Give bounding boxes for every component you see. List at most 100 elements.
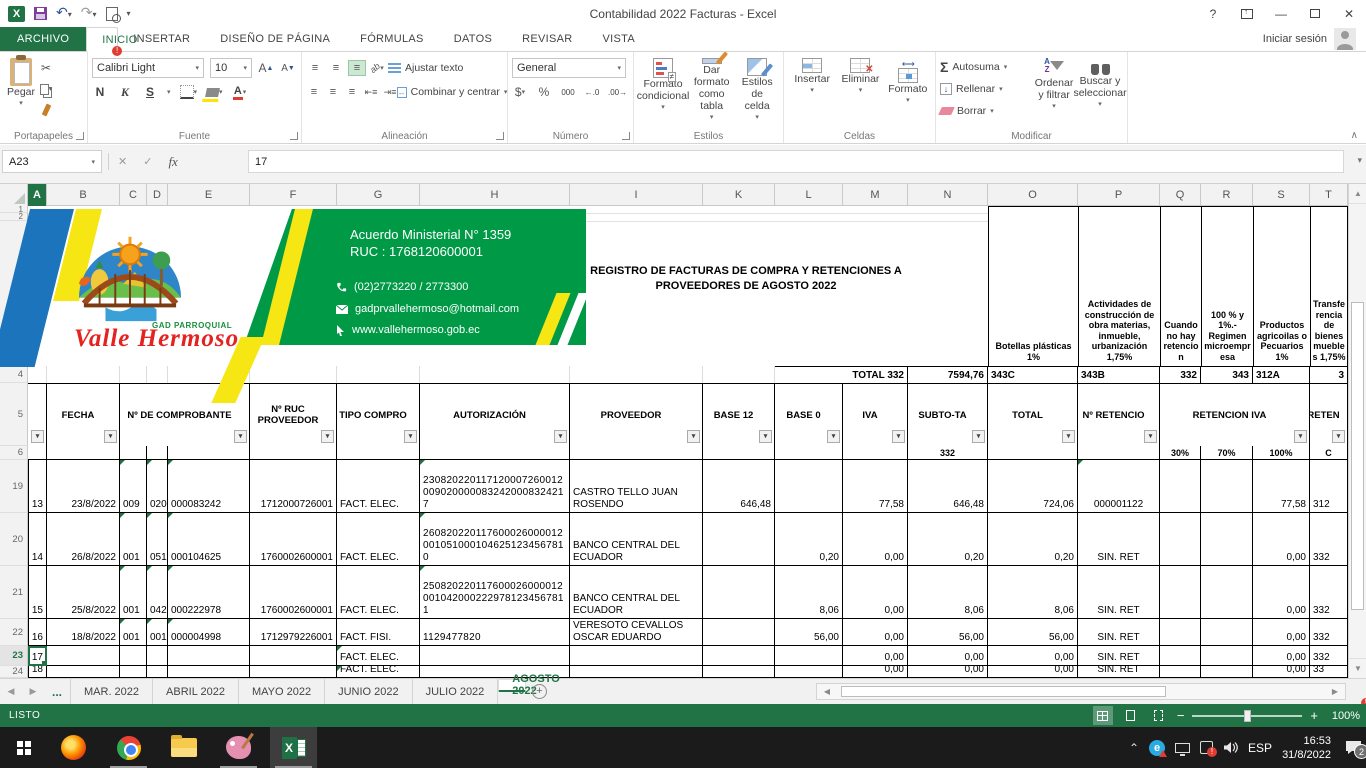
cell-A21[interactable]: 15 xyxy=(28,566,47,619)
cell-P22[interactable]: SIN. RET xyxy=(1078,619,1160,646)
expand-formula-bar-icon[interactable]: ▾ xyxy=(1357,155,1362,166)
alert-tray-icon[interactable] xyxy=(1200,741,1213,754)
row-header-2[interactable]: 2 xyxy=(0,213,28,221)
column-header-C[interactable]: C xyxy=(120,184,147,206)
page-break-view-button[interactable] xyxy=(1149,706,1169,725)
cell-E22[interactable]: 000004998 xyxy=(168,619,250,646)
bold-button[interactable]: N xyxy=(92,83,108,101)
cell-N21[interactable]: 8,06 xyxy=(908,566,988,619)
underline-button[interactable]: S xyxy=(142,83,158,101)
cell-L21[interactable]: 8,06 xyxy=(775,566,843,619)
cell-N6[interactable]: 332 xyxy=(908,446,988,460)
cell-G19[interactable]: FACT. ELEC. xyxy=(337,460,420,513)
align-center-button[interactable]: ≡ xyxy=(325,84,341,100)
cell-R3[interactable]: 100 % y 1%.- Regimen microempresa xyxy=(1201,206,1253,366)
cell-M22[interactable]: 0,00 xyxy=(843,619,908,646)
cell-N4[interactable]: 7594,76 xyxy=(908,366,988,383)
cell-B24[interactable] xyxy=(47,666,120,678)
ribbon-display-options-button[interactable] xyxy=(1230,0,1264,27)
cell-O23[interactable]: 0,00 xyxy=(988,646,1078,666)
filter-button-I[interactable]: ▾ xyxy=(687,430,700,443)
restore-button[interactable] xyxy=(1298,0,1332,27)
print-preview-icon[interactable] xyxy=(106,7,118,21)
column-header-K[interactable]: K xyxy=(703,184,775,206)
cell-T6[interactable]: C xyxy=(1310,446,1348,460)
cell-R21[interactable] xyxy=(1201,566,1253,619)
font-color-button[interactable]: A▾ xyxy=(232,83,248,101)
filter-button-K[interactable]: ▾ xyxy=(759,430,772,443)
column-header-Q[interactable]: Q xyxy=(1160,184,1201,206)
cell-N20[interactable]: 0,20 xyxy=(908,513,988,566)
cell-R22[interactable] xyxy=(1201,619,1253,646)
insert-function-icon[interactable]: fx xyxy=(168,154,177,170)
cell-T24[interactable]: 33 xyxy=(1310,666,1348,678)
cell-S6[interactable]: 100% xyxy=(1253,446,1310,460)
cell-M6[interactable] xyxy=(843,446,908,460)
cell-O3[interactable]: Botellas plásticas 1% xyxy=(988,206,1078,366)
autosum-button[interactable]: ΣAutosuma▾ xyxy=(940,58,1031,76)
cell-T4[interactable]: 3 xyxy=(1310,366,1348,383)
start-button[interactable] xyxy=(0,727,47,768)
column-header-N[interactable]: N xyxy=(908,184,988,206)
cell-K21[interactable] xyxy=(703,566,775,619)
cell-K6[interactable] xyxy=(703,446,775,460)
column-header-O[interactable]: O xyxy=(988,184,1078,206)
format-as-table-button[interactable]: Dar formato como tabla▾ xyxy=(688,56,735,126)
sign-in[interactable]: Iniciar sesión xyxy=(1263,27,1356,51)
cell-Q19[interactable] xyxy=(1160,460,1201,513)
cell-E21[interactable]: 000222978 xyxy=(168,566,250,619)
sheet-tab-junio-2022[interactable]: JUNIO 2022 xyxy=(325,679,413,704)
column-header-S[interactable]: S xyxy=(1253,184,1310,206)
tray-expand-icon[interactable]: ⌃ xyxy=(1129,741,1139,755)
cell-D24[interactable] xyxy=(147,666,168,678)
keyboard-language[interactable]: ESP xyxy=(1248,741,1272,755)
vertical-scrollbar[interactable]: ▲ ▼ xyxy=(1348,184,1366,678)
filter-button-M[interactable]: ▾ xyxy=(892,430,905,443)
cell-E6[interactable] xyxy=(168,446,250,460)
cell-Q23[interactable] xyxy=(1160,646,1201,666)
cell-F4[interactable] xyxy=(250,366,337,383)
cell-L4[interactable]: TOTAL 332 xyxy=(775,366,908,383)
header-cell-A[interactable]: ▾ xyxy=(28,383,47,446)
fill-color-button[interactable]: ▾ xyxy=(206,83,223,101)
page-layout-view-button[interactable] xyxy=(1121,706,1141,725)
cell-A4[interactable] xyxy=(28,366,47,383)
align-top-button[interactable]: ≡ xyxy=(306,60,324,76)
column-header-L[interactable]: L xyxy=(775,184,843,206)
sheet-next-icon[interactable]: ▶ xyxy=(22,679,44,704)
header-cell-B[interactable]: FECHA▾ xyxy=(47,383,120,446)
column-header-G[interactable]: G xyxy=(337,184,420,206)
cell-O4[interactable]: 343C xyxy=(988,366,1078,383)
cell-C23[interactable] xyxy=(120,646,147,666)
cell-L22[interactable]: 56,00 xyxy=(775,619,843,646)
merge-center-button[interactable]: ↔Combinar y centrar▾ xyxy=(401,83,503,101)
filter-button-QRS[interactable]: ▾ xyxy=(1294,430,1307,443)
borders-button[interactable]: ▾ xyxy=(180,83,198,101)
number-format-select[interactable]: General▾ xyxy=(512,58,626,78)
column-header-R[interactable]: R xyxy=(1201,184,1253,206)
filter-button-L[interactable]: ▾ xyxy=(827,430,840,443)
cell-S21[interactable]: 0,00 xyxy=(1253,566,1310,619)
cell-P6[interactable] xyxy=(1078,446,1160,460)
cell-C20[interactable]: 001 xyxy=(120,513,147,566)
zoom-in-icon[interactable]: + xyxy=(1310,708,1318,723)
header-cell-L[interactable]: BASE 0▾ xyxy=(775,383,843,446)
cell-B4[interactable] xyxy=(47,366,120,383)
cell-K22[interactable] xyxy=(703,619,775,646)
cell-E19[interactable]: 000083242 xyxy=(168,460,250,513)
firefox-taskbar-button[interactable] xyxy=(50,727,97,768)
cell-P24[interactable]: SIN. RET xyxy=(1078,666,1160,678)
cell-L23[interactable] xyxy=(775,646,843,666)
align-middle-button[interactable]: ≡ xyxy=(327,60,345,76)
cell-A19[interactable]: 13 xyxy=(28,460,47,513)
filter-button-A[interactable]: ▾ xyxy=(31,430,44,443)
cell-S20[interactable]: 0,00 xyxy=(1253,513,1310,566)
filter-button-CDE[interactable]: ▾ xyxy=(234,430,247,443)
cell-N24[interactable]: 0,00 xyxy=(908,666,988,678)
cell-A22[interactable]: 16 xyxy=(28,619,47,646)
cell-B22[interactable]: 18/8/2022 xyxy=(47,619,120,646)
cell-G20[interactable]: FACT. ELEC. xyxy=(337,513,420,566)
alignment-dialog-launcher[interactable] xyxy=(496,132,504,140)
cell-I19[interactable]: CASTRO TELLO JUAN ROSENDO xyxy=(570,460,703,513)
excel-taskbar-button[interactable]: X xyxy=(270,727,317,768)
